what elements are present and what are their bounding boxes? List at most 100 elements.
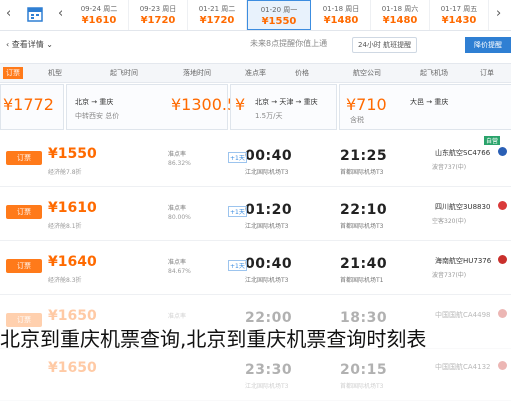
next-date-arrow-icon[interactable]: ›	[496, 6, 501, 21]
calendar-icon[interactable]	[26, 5, 44, 23]
book-button[interactable]: 订票	[6, 205, 42, 219]
airline-logo-icon	[498, 201, 507, 210]
airline-name: 海南航空HU7376	[435, 257, 492, 265]
depart-airport: 首都国际机场T3	[340, 169, 384, 176]
book-button[interactable]: 订票	[6, 151, 42, 165]
recommend-card[interactable]: ¥ 北京 → 天津 → 重庆 1.5万/天	[230, 84, 337, 130]
date-cell[interactable]: 01-17 周五 ¥1430	[430, 0, 489, 30]
filter-airline[interactable]: 航空公司	[353, 68, 381, 78]
arrive-time: 01:20	[245, 202, 293, 218]
date-cell-price: ¥1720	[140, 15, 176, 26]
date-cell-price: ¥1480	[382, 15, 418, 26]
card-route: 北京 → 重庆	[75, 98, 114, 106]
ontime-rate: 80.00%	[168, 214, 191, 221]
flight-row[interactable]: 四川航空3U8830 空客320(中) 22:10 首都国际机场T3 01:20…	[0, 188, 511, 241]
caption-overlay: 北京到重庆机票查询,北京到重庆机票查询时刻表	[0, 327, 427, 351]
filter-book[interactable]: 订票	[3, 67, 23, 79]
view-details-link[interactable]: ‹ 查看详情 ⌄	[6, 39, 53, 50]
ontime-rate: 86.32%	[168, 160, 191, 167]
fare-class: 经济舱7.8折	[48, 169, 82, 176]
date-cell-date: 09-23 周日	[139, 5, 177, 13]
date-cell[interactable]: 09-23 周日 ¥1720	[129, 0, 188, 30]
card-route: 北京 → 天津 → 重庆	[255, 98, 318, 106]
filter-aircraft[interactable]: 机型	[48, 68, 62, 78]
date-cell-date: 01-18 周六	[381, 5, 419, 13]
arrive-airport: 江北国际机场T3	[245, 169, 289, 176]
filter-order[interactable]: 订单	[480, 68, 494, 78]
recommend-card[interactable]: ¥1772	[0, 84, 64, 130]
filter-bar: 订票 机型 起飞时间 落地时间 准点率 价格 航空公司 起飞机场 订单	[0, 63, 511, 83]
fare-class: 经济舱8.3折	[48, 277, 82, 284]
depart-time: 21:40	[340, 256, 388, 272]
airline-name: 中国国航CA4498	[435, 311, 491, 319]
self-operated-flag: 自营	[484, 136, 501, 145]
date-cell[interactable]: 01-21 周二 ¥1720	[188, 0, 247, 30]
price-alert-button[interactable]: 降价提醒	[465, 37, 511, 53]
filter-arrive-time[interactable]: 落地时间	[183, 68, 211, 78]
date-cell-price: ¥1550	[261, 16, 297, 27]
date-cell-date: 01-21 周二	[198, 5, 236, 13]
recommend-card[interactable]: ¥1300.5 北京 → 重庆 中转西安 总价	[66, 84, 237, 130]
date-cell-date: 01-20 周一	[260, 6, 298, 14]
flight-alert-chip[interactable]: 24小时 航班提醒	[352, 37, 418, 53]
depart-time: 20:15	[340, 362, 388, 378]
date-cell-date: 01-18 周日	[322, 5, 360, 13]
card-price: ¥710	[346, 95, 387, 114]
next-day-tag: +1天	[228, 206, 247, 217]
date-cell-date: 09-24 周二	[80, 5, 118, 13]
ontime-label: 准点率	[168, 259, 187, 266]
arrive-airport: 江北国际机场T3	[245, 383, 289, 390]
filter-depart-time[interactable]: 起飞时间	[110, 68, 138, 78]
date-strip: ‹ ‹ 09-24 周二 ¥1610 09-23 周日 ¥1720 01-21 …	[0, 0, 511, 31]
aircraft-type: 空客320(中)	[432, 218, 467, 225]
card-price: ¥1772	[3, 95, 54, 114]
filter-ontime[interactable]: 准点率	[245, 68, 266, 78]
arrive-airport: 江北国际机场T3	[245, 223, 289, 230]
date-cell[interactable]: 01-18 周六 ¥1480	[371, 0, 430, 30]
airline-logo-icon	[498, 147, 507, 156]
fare-price: ¥1650	[48, 360, 97, 376]
next-day-tag: +1天	[228, 260, 247, 271]
flight-row[interactable]: 自营 山东航空SC4766 波音737(中) 21:25 首都国际机场T3 00…	[0, 134, 511, 187]
airline-name: 四川航空3U8830	[435, 203, 491, 211]
ontime-rate: 84.67%	[168, 268, 191, 275]
depart-airport: 首都国际机场T3	[340, 383, 384, 390]
depart-airport: 首都国际机场T3	[340, 223, 384, 230]
date-cell-price: ¥1480	[323, 15, 359, 26]
card-price: ¥1300.5	[171, 95, 238, 114]
card-note: 中转西安 总价	[75, 112, 120, 120]
date-cell-price: ¥1720	[199, 15, 235, 26]
fare-price: ¥1610	[48, 200, 97, 216]
flight-row[interactable]: 海南航空HU7376 波音737(中) 21:40 首都国际机场T1 00:40…	[0, 242, 511, 295]
prev-date-arrow-icon[interactable]: ‹	[6, 6, 11, 21]
date-cell[interactable]: 01-18 周日 ¥1480	[312, 0, 371, 30]
view-details-label: 查看详情	[11, 40, 44, 49]
ontime-label: 准点率	[168, 205, 187, 212]
aircraft-type: 波音737(中)	[432, 272, 467, 279]
arrive-time: 00:40	[245, 256, 293, 272]
aircraft-type: 波音737(中)	[432, 164, 467, 171]
book-button[interactable]: 订票	[6, 259, 42, 273]
filter-airport[interactable]: 起飞机场	[420, 68, 448, 78]
reminder-text: 未来8点提醒你值上通	[250, 39, 328, 48]
ontime-label: 准点率	[168, 151, 187, 158]
date-cell-date: 01-17 周五	[440, 5, 478, 13]
card-route: 大邑 → 重庆	[410, 98, 449, 106]
fare-class: 经济舱8.1折	[48, 223, 82, 230]
card-note: 含税	[350, 116, 364, 124]
recommend-card[interactable]: ¥710 大邑 → 重庆 含税	[339, 84, 511, 130]
filter-price[interactable]: 价格	[295, 68, 309, 78]
date-cell-price: ¥1610	[81, 15, 117, 26]
airline-name: 中国国航CA4132	[435, 363, 491, 371]
card-price: ¥	[235, 95, 246, 114]
date-cell-selected[interactable]: 01-20 周一 ¥1550	[247, 0, 311, 30]
date-cell-price: ¥1430	[441, 15, 477, 26]
date-cell[interactable]: 09-24 周二 ¥1610	[70, 0, 129, 30]
next-day-tag: +1天	[228, 152, 247, 163]
depart-airport: 首都国际机场T1	[340, 277, 384, 284]
airline-name: 山东航空SC4766	[435, 149, 491, 157]
arrive-airport: 江北国际机场T3	[245, 277, 289, 284]
depart-time: 22:10	[340, 202, 388, 218]
airline-logo-icon	[498, 255, 507, 264]
date-strip-left-arrow-icon[interactable]: ‹	[58, 6, 63, 21]
